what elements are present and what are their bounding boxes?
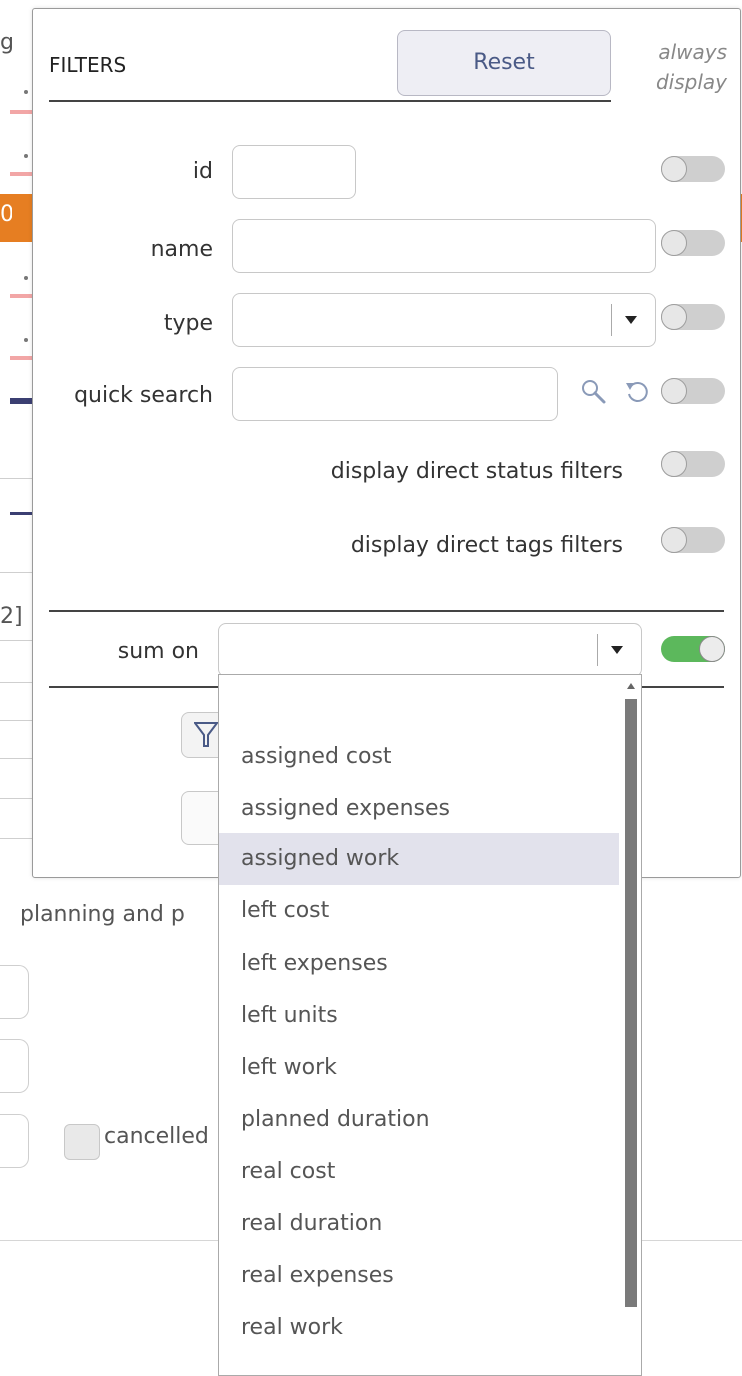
dropdown-option[interactable]: assigned expenses [219, 783, 619, 835]
dropdown-option-highlighted[interactable]: assigned work [219, 833, 619, 885]
chevron-down-icon [611, 646, 623, 654]
filter-icon [194, 722, 218, 747]
id-label: id [192, 159, 213, 184]
bg-section-label: planning and p [20, 902, 185, 927]
dropdown-option[interactable]: left cost [219, 885, 619, 937]
scroll-up-icon[interactable] [627, 683, 635, 689]
bg-input[interactable] [0, 965, 29, 1019]
sum-on-select[interactable] [218, 623, 642, 677]
dropdown-option[interactable]: real cost [219, 1146, 619, 1198]
bg-progress-bar [10, 172, 32, 176]
reset-button[interactable]: Reset [397, 30, 611, 96]
sum-on-top-divider [49, 610, 724, 612]
direct-status-filters-toggle[interactable] [661, 451, 725, 477]
type-label: type [163, 311, 213, 336]
title-divider [49, 100, 611, 102]
name-always-display-toggle[interactable] [661, 230, 725, 256]
quick-search-label: quick search [74, 383, 213, 408]
dropdown-option[interactable]: left work [219, 1042, 619, 1094]
id-input[interactable] [232, 145, 356, 199]
cancelled-checkbox[interactable] [64, 1124, 100, 1160]
dropdown-option[interactable]: left units [219, 990, 619, 1042]
dropdown-option[interactable]: left expenses [219, 938, 619, 990]
search-icon[interactable] [579, 377, 609, 407]
dropdown-option[interactable]: assigned cost [219, 731, 619, 783]
bg-navy-bar [10, 398, 32, 404]
bg-progress-bar [10, 294, 32, 298]
bg-input[interactable] [0, 1114, 29, 1168]
bg-fragment-bracket: 2] [0, 604, 23, 629]
bg-orange-cell-text: 0 [0, 202, 12, 227]
cancelled-label: cancelled [104, 1124, 209, 1149]
filters-title: FILTERS [49, 53, 127, 77]
dropdown-scrollbar[interactable] [621, 675, 641, 1375]
dropdown-option[interactable]: planned duration [219, 1094, 619, 1146]
scrollbar-thumb[interactable] [625, 699, 637, 1307]
sum-on-dropdown-list: assigned cost assigned expenses assigned… [218, 674, 642, 1376]
bg-fragment-top: g [0, 30, 14, 55]
quick-search-always-display-toggle[interactable] [661, 378, 725, 404]
direct-tags-filters-toggle[interactable] [661, 527, 725, 553]
bg-input[interactable] [0, 1039, 29, 1093]
id-always-display-toggle[interactable] [661, 156, 725, 182]
name-input[interactable] [232, 219, 656, 273]
type-select[interactable] [232, 293, 656, 347]
type-always-display-toggle[interactable] [661, 304, 725, 330]
reset-search-icon[interactable] [623, 377, 653, 407]
chevron-down-icon [625, 316, 637, 324]
bg-progress-bar [10, 110, 32, 114]
dropdown-option[interactable]: real work [219, 1302, 619, 1354]
name-label: name [150, 237, 213, 262]
sum-on-always-display-toggle[interactable] [661, 636, 725, 662]
bg-orange-cell: 0 [0, 194, 32, 242]
dropdown-option[interactable]: real duration [219, 1198, 619, 1250]
always-display-header: always display [655, 40, 727, 94]
dropdown-option[interactable]: real expenses [219, 1250, 619, 1302]
bg-progress-bar [10, 356, 32, 360]
sum-on-label: sum on [117, 639, 199, 664]
direct-tags-filters-label: display direct tags filters [350, 533, 623, 558]
direct-status-filters-label: display direct status filters [330, 459, 623, 484]
quick-search-input[interactable] [232, 367, 558, 421]
